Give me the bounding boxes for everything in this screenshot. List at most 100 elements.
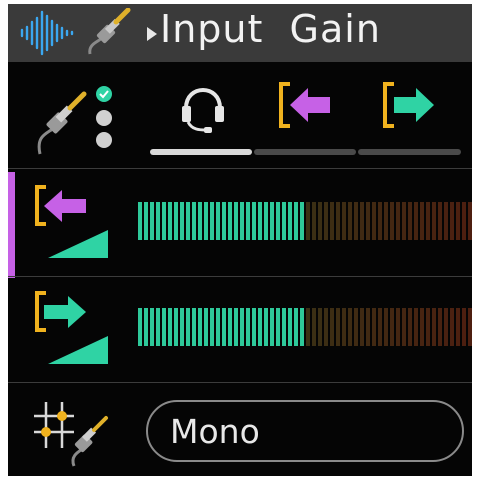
output-level-meter-segment — [444, 308, 448, 346]
output-level-meter-segment — [426, 308, 430, 346]
input-level-meter-segment — [312, 202, 316, 240]
output-level-meter-segment — [222, 308, 226, 346]
output-level-meter-segment — [198, 308, 202, 346]
input-level-meter-segment — [210, 202, 214, 240]
settings-cable-icon — [34, 402, 108, 467]
input-level-meter-segment — [180, 202, 184, 240]
output-arrow-icon[interactable] — [382, 80, 438, 130]
output-level-meter-segment — [258, 308, 262, 346]
output-level-meter-segment — [384, 308, 388, 346]
output-level-meter-segment — [216, 308, 220, 346]
input-gain-icon — [35, 185, 108, 258]
input-level-meter-segment — [372, 202, 376, 240]
input-level-meter-segment — [222, 202, 226, 240]
output-level-meter-segment — [210, 308, 214, 346]
output-level-meter-segment — [204, 308, 208, 346]
output-level-meter-segment — [168, 308, 172, 346]
input-level-meter-segment — [360, 202, 364, 240]
output-level-meter-segment — [420, 308, 424, 346]
input-level-meter-segment — [264, 202, 268, 240]
input-level-meter-segment — [390, 202, 394, 240]
input-level-meter-segment — [420, 202, 424, 240]
input-level-meter-segment — [198, 202, 202, 240]
input-level-meter-segment — [192, 202, 196, 240]
input-level-meter-segment — [282, 202, 286, 240]
output-level-meter-segment — [228, 308, 232, 346]
output-level-meter-segment — [234, 308, 238, 346]
output-level-meter-segment — [348, 308, 352, 346]
input-arrow-icon[interactable] — [278, 80, 334, 130]
output-level-meter-segment — [186, 308, 190, 346]
input-level-meter-segment — [462, 202, 466, 240]
input-level-meter-segment — [276, 202, 280, 240]
breadcrumb-arrow-icon — [147, 27, 157, 41]
output-level-meter-segment — [240, 308, 244, 346]
output-level-meter-segment — [396, 308, 400, 346]
divider — [8, 168, 472, 169]
input-level-meter-segment — [228, 202, 232, 240]
input-level-meter-segment — [366, 202, 370, 240]
divider — [8, 276, 472, 277]
input-level-meter-segment — [306, 202, 310, 240]
input-level-meter-segment — [168, 202, 172, 240]
headphones-icon[interactable] — [178, 78, 228, 134]
input-level-meter-segment — [414, 202, 418, 240]
input-level-meter-segment — [378, 202, 382, 240]
input-level-meter-segment — [294, 202, 298, 240]
input-level-meter-segment — [162, 202, 166, 240]
output-level-meter-segment — [192, 308, 196, 346]
output-level-meter-segment — [438, 308, 442, 346]
output-level-meter — [138, 308, 472, 346]
input-level-meter-segment — [438, 202, 442, 240]
output-level-meter-segment — [174, 308, 178, 346]
input-level-meter-segment — [138, 202, 142, 240]
output-level-meter-segment — [408, 308, 412, 346]
input-level-meter-segment — [234, 202, 238, 240]
input-level-meter-segment — [150, 202, 154, 240]
output-level-meter-segment — [180, 308, 184, 346]
input-level-meter-segment — [270, 202, 274, 240]
output-level-meter-segment — [318, 308, 322, 346]
input-level-meter-segment — [144, 202, 148, 240]
output-level-meter-segment — [252, 308, 256, 346]
output-level-meter-segment — [402, 308, 406, 346]
routing-segment-headphones[interactable] — [150, 149, 252, 155]
routing-segment-output[interactable] — [358, 149, 461, 155]
output-level-meter-segment — [138, 308, 142, 346]
output-level-meter-segment — [378, 308, 382, 346]
input-level-meter-segment — [444, 202, 448, 240]
output-level-meter-segment — [162, 308, 166, 346]
mode-selector[interactable]: Mono — [146, 400, 464, 462]
output-level-meter-segment — [312, 308, 316, 346]
input-level-meter-segment — [156, 202, 160, 240]
output-gain-icon — [35, 291, 108, 364]
input-level-meter-segment — [186, 202, 190, 240]
output-level-meter-segment — [144, 308, 148, 346]
routing-segment-input[interactable] — [254, 149, 356, 155]
output-level-meter-segment — [366, 308, 370, 346]
mode-value: Mono — [170, 412, 260, 451]
input-level-meter-segment — [426, 202, 430, 240]
output-level-meter-segment — [432, 308, 436, 346]
output-level-meter-segment — [450, 308, 454, 346]
output-level-meter-segment — [360, 308, 364, 346]
output-level-meter-segment — [462, 308, 466, 346]
input-level-meter-segment — [216, 202, 220, 240]
input-level-meter-segment — [456, 202, 460, 240]
output-level-meter-segment — [414, 308, 418, 346]
input-level-meter-segment — [342, 202, 346, 240]
output-level-meter-segment — [306, 308, 310, 346]
input-level-meter-segment — [384, 202, 388, 240]
output-level-meter-segment — [390, 308, 394, 346]
input-level-meter-segment — [450, 202, 454, 240]
output-level-meter-segment — [156, 308, 160, 346]
output-level-meter-segment — [246, 308, 250, 346]
input-level-meter-segment — [288, 202, 292, 240]
input-level-meter — [138, 202, 472, 240]
output-level-meter-segment — [276, 308, 280, 346]
output-level-meter-segment — [150, 308, 154, 346]
input-level-meter-segment — [348, 202, 352, 240]
output-level-meter-segment — [354, 308, 358, 346]
output-level-meter-segment — [336, 308, 340, 346]
output-level-meter-segment — [294, 308, 298, 346]
